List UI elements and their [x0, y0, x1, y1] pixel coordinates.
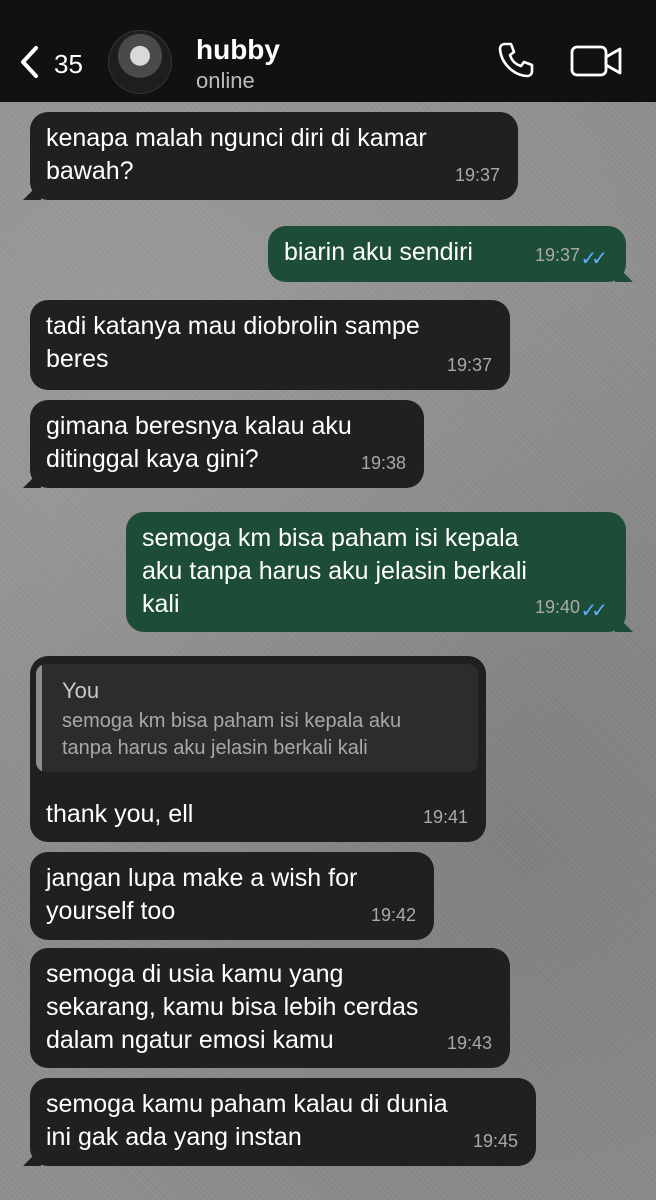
bubble-tail	[23, 470, 41, 488]
message-text: semoga kamu paham kalau di dunia ini gak…	[46, 1090, 448, 1151]
contact-name[interactable]: hubby	[196, 34, 280, 66]
message-bubble-incoming[interactable]: tadi katanya mau diobrolin sampe beres 1…	[30, 300, 510, 390]
message-bubble-incoming[interactable]: kenapa malah ngunci diri di kamar bawah?…	[23, 112, 518, 200]
message-text: gimana beresnya kalau aku ditinggal kaya…	[46, 412, 352, 473]
message-time: 19:41	[422, 807, 468, 827]
message-text: thank you, ell	[46, 800, 194, 828]
double-check-icon: ✓✓	[580, 600, 607, 622]
message-bubble-incoming[interactable]: semoga kamu paham kalau di dunia ini gak…	[23, 1078, 536, 1166]
message-bubble-outgoing[interactable]: semoga km bisa paham isi kepala aku tanp…	[126, 512, 633, 632]
message-bubble-incoming[interactable]: semoga di usia kamu yang sekarang, kamu …	[30, 948, 510, 1068]
message-text: biarin aku sendiri	[284, 238, 473, 266]
message-time: 19:38	[360, 453, 406, 473]
bubble-tail	[23, 182, 41, 200]
quote-text: semoga km bisa paham isi kepala aku tanp…	[62, 710, 402, 759]
bubble-tail	[615, 614, 633, 632]
chevron-left-icon[interactable]	[18, 44, 42, 80]
contact-status: online	[196, 68, 255, 93]
message-time: 19:37	[534, 245, 580, 265]
message-text: kenapa malah ngunci diri di kamar bawah?	[46, 124, 427, 185]
message-bubble-incoming-reply[interactable]: You semoga km bisa paham isi kepala aku …	[30, 656, 486, 842]
quote-bar	[36, 664, 42, 772]
message-text: jangan lupa make a wish for yourself too	[46, 864, 358, 925]
message-bubble-incoming[interactable]: jangan lupa make a wish for yourself too…	[30, 852, 434, 940]
message-time: 19:37	[454, 165, 500, 185]
video-camera-icon[interactable]	[570, 44, 622, 78]
bubble-tail	[23, 1148, 41, 1166]
message-time: 19:37	[446, 355, 492, 375]
double-check-icon: ✓✓	[580, 248, 607, 270]
phone-icon[interactable]	[496, 40, 536, 80]
message-time: 19:40	[534, 597, 580, 617]
message-text: semoga di usia kamu yang sekarang, kamu …	[46, 960, 419, 1054]
bubble-tail	[615, 264, 633, 282]
quoted-message[interactable]: You semoga km bisa paham isi kepala aku …	[36, 664, 478, 772]
avatar[interactable]	[108, 30, 172, 94]
message-text: tadi katanya mau diobrolin sampe beres	[46, 312, 420, 373]
message-time: 19:42	[370, 905, 416, 925]
message-bubble-outgoing[interactable]: biarin aku sendiri 19:37 ✓✓	[268, 226, 633, 282]
chat-header: 35 hubby online	[0, 0, 656, 102]
message-text: semoga km bisa paham isi kepala aku tanp…	[142, 524, 527, 618]
message-bubble-incoming[interactable]: gimana beresnya kalau aku ditinggal kaya…	[23, 400, 424, 488]
message-time: 19:43	[446, 1033, 492, 1053]
quote-author: You	[62, 678, 100, 703]
message-time: 19:45	[472, 1131, 518, 1151]
back-unread-count[interactable]: 35	[54, 49, 83, 80]
